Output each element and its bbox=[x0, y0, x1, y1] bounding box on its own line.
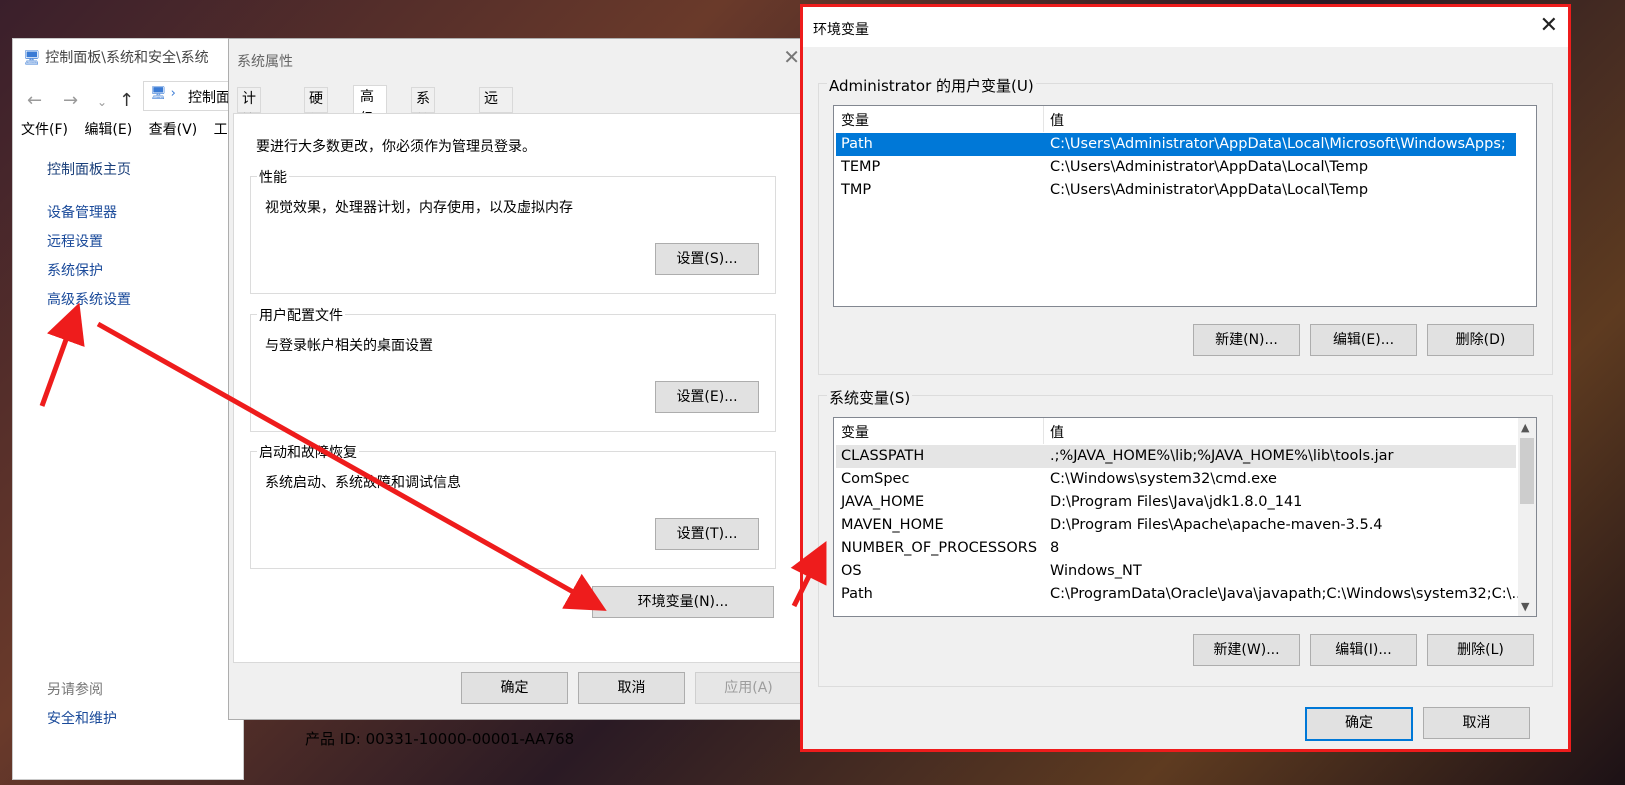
annotation-arrows bbox=[39, 302, 827, 611]
arrow-to-advanced-settings bbox=[39, 302, 85, 407]
arrow-to-env-dialog bbox=[790, 541, 827, 608]
arrow-to-env-button bbox=[96, 321, 607, 611]
